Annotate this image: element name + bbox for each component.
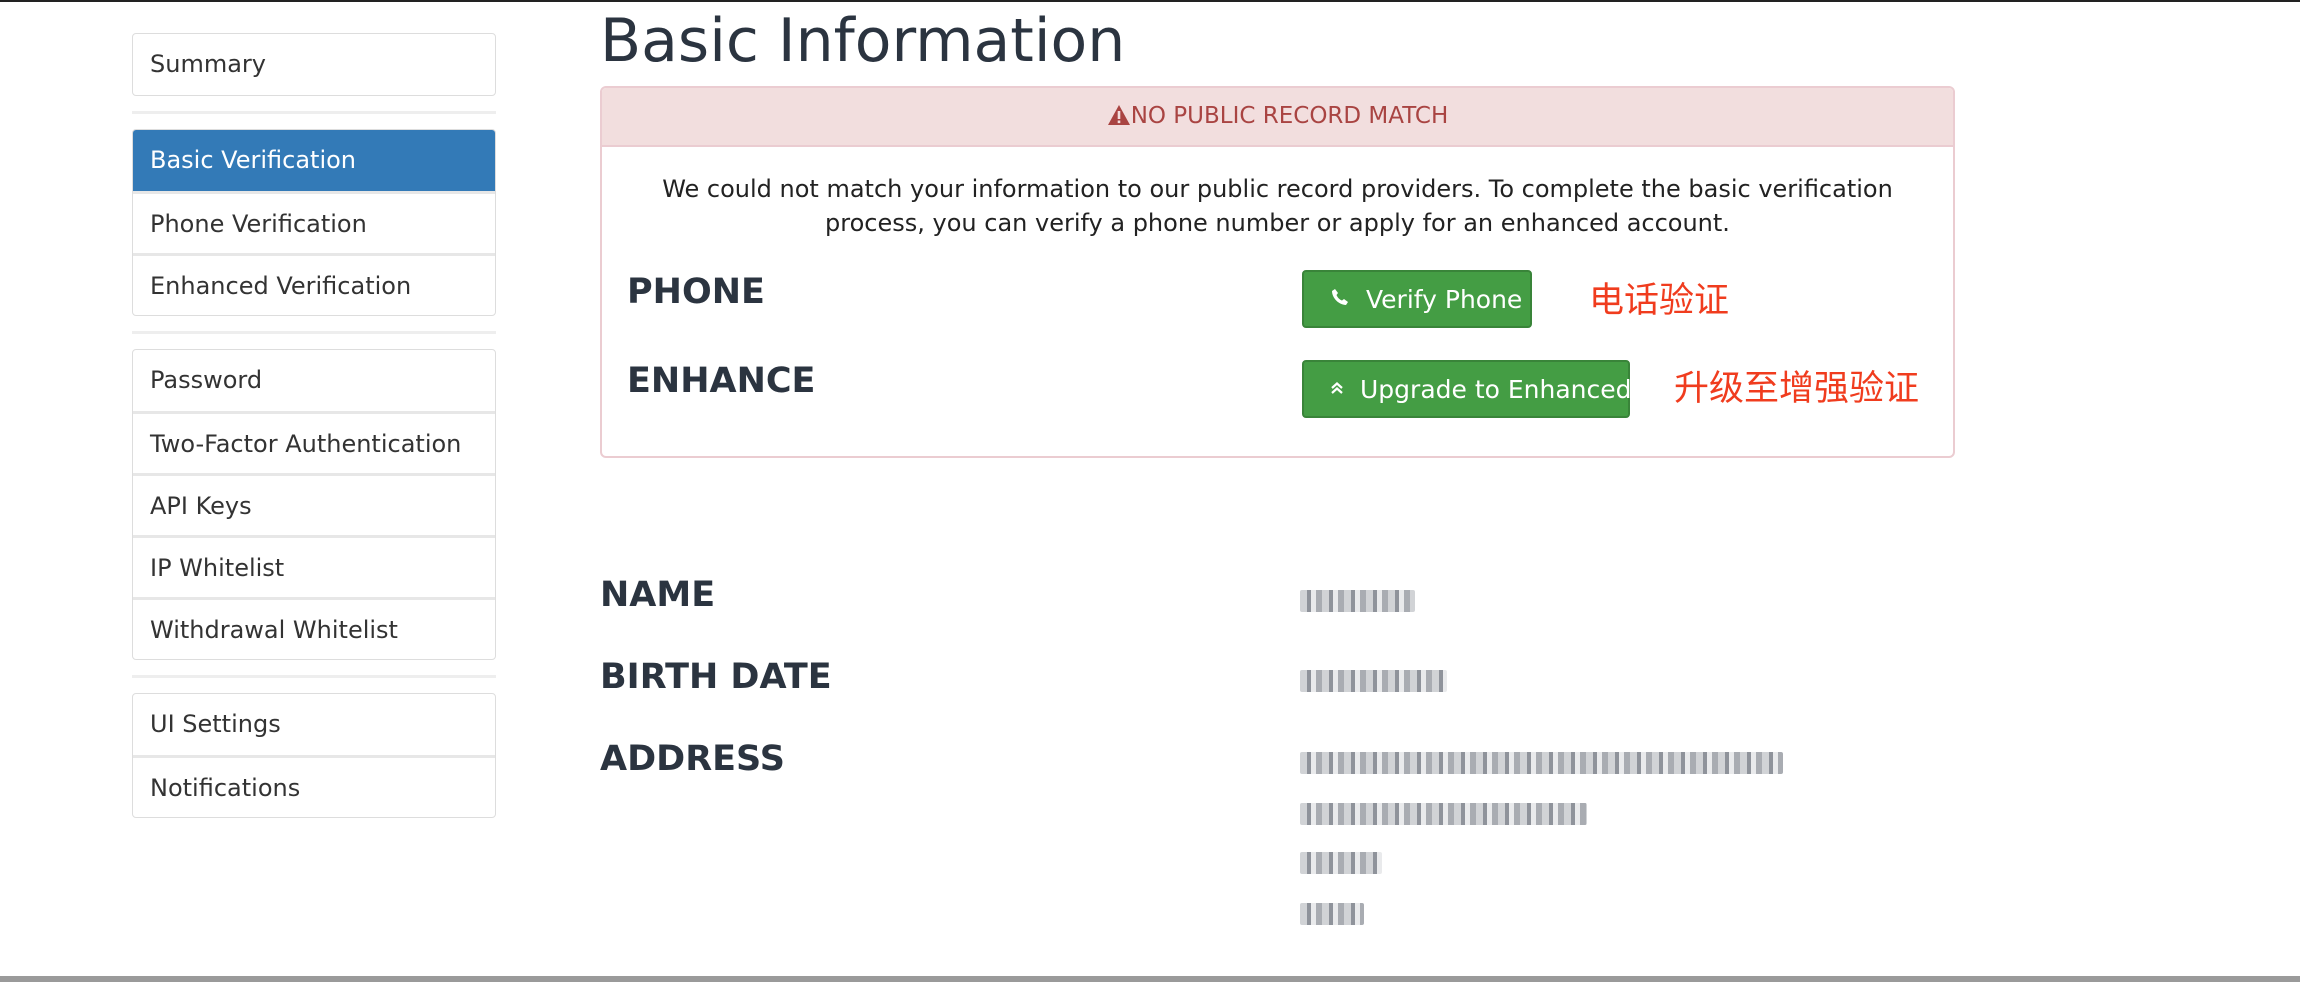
phone-label: PHONE bbox=[627, 272, 765, 312]
address-label: ADDRESS bbox=[600, 739, 785, 779]
redacted-address-line-2 bbox=[1300, 803, 1587, 825]
verify-phone-button[interactable]: Verify Phone bbox=[1302, 270, 1532, 328]
birth-date-label: BIRTH DATE bbox=[600, 657, 832, 697]
enhance-annotation: 升级至增强验证 bbox=[1674, 369, 1920, 409]
redacted-address-line-3 bbox=[1300, 852, 1382, 874]
upgrade-label: Upgrade to Enhanced bbox=[1360, 374, 1632, 404]
sidebar-item-enhanced-verification[interactable]: Enhanced Verification bbox=[133, 253, 495, 315]
nav-group-preferences: UI Settings Notifications bbox=[132, 693, 496, 818]
page-title: Basic Information bbox=[600, 6, 1126, 76]
nav-divider bbox=[132, 675, 496, 678]
nav-group-security: Password Two-Factor Authentication API K… bbox=[132, 349, 496, 660]
phone-annotation: 电话验证 bbox=[1589, 281, 1730, 321]
sidebar-item-basic-verification[interactable]: Basic Verification bbox=[133, 130, 495, 191]
redacted-birth-date bbox=[1300, 670, 1447, 692]
sidebar-item-password[interactable]: Password bbox=[133, 350, 495, 411]
sidebar-item-phone-verification[interactable]: Phone Verification bbox=[133, 191, 495, 253]
phone-icon bbox=[1330, 288, 1350, 311]
redacted-address-line-1 bbox=[1300, 752, 1783, 774]
verification-alert-panel: NO PUBLIC RECORD MATCH We could not matc… bbox=[600, 86, 1955, 458]
sidebar-item-notifications[interactable]: Notifications bbox=[133, 755, 495, 817]
sidebar-item-api-keys[interactable]: API Keys bbox=[133, 473, 495, 535]
sidebar-item-summary[interactable]: Summary bbox=[133, 34, 495, 95]
settings-sidebar: Summary Basic Verification Phone Verific… bbox=[132, 33, 496, 818]
name-label: NAME bbox=[600, 575, 716, 615]
bottom-border bbox=[0, 976, 2300, 982]
alert-heading-text: NO PUBLIC RECORD MATCH bbox=[1130, 103, 1449, 129]
warning-triangle-icon bbox=[1107, 91, 1131, 148]
upgrade-to-enhanced-button[interactable]: Upgrade to Enhanced bbox=[1302, 360, 1632, 418]
verify-phone-label: Verify Phone bbox=[1366, 284, 1523, 314]
enhance-label: ENHANCE bbox=[627, 361, 816, 401]
top-border bbox=[0, 0, 2300, 2]
redacted-address-line-4 bbox=[1300, 903, 1364, 925]
nav-divider bbox=[132, 331, 496, 334]
sidebar-item-withdrawal-whitelist[interactable]: Withdrawal Whitelist bbox=[133, 597, 495, 659]
redacted-name bbox=[1300, 590, 1415, 612]
nav-group-verification: Basic Verification Phone Verification En… bbox=[132, 129, 496, 316]
sidebar-item-ui-settings[interactable]: UI Settings bbox=[133, 694, 495, 755]
alert-message: We could not match your information to o… bbox=[662, 175, 1893, 237]
double-chevron-up-icon bbox=[1330, 379, 1344, 400]
sidebar-item-ip-whitelist[interactable]: IP Whitelist bbox=[133, 535, 495, 597]
sidebar-item-two-factor[interactable]: Two-Factor Authentication bbox=[133, 411, 495, 473]
nav-divider bbox=[132, 111, 496, 114]
alert-heading: NO PUBLIC RECORD MATCH bbox=[602, 88, 1953, 147]
nav-group-summary: Summary bbox=[132, 33, 496, 96]
